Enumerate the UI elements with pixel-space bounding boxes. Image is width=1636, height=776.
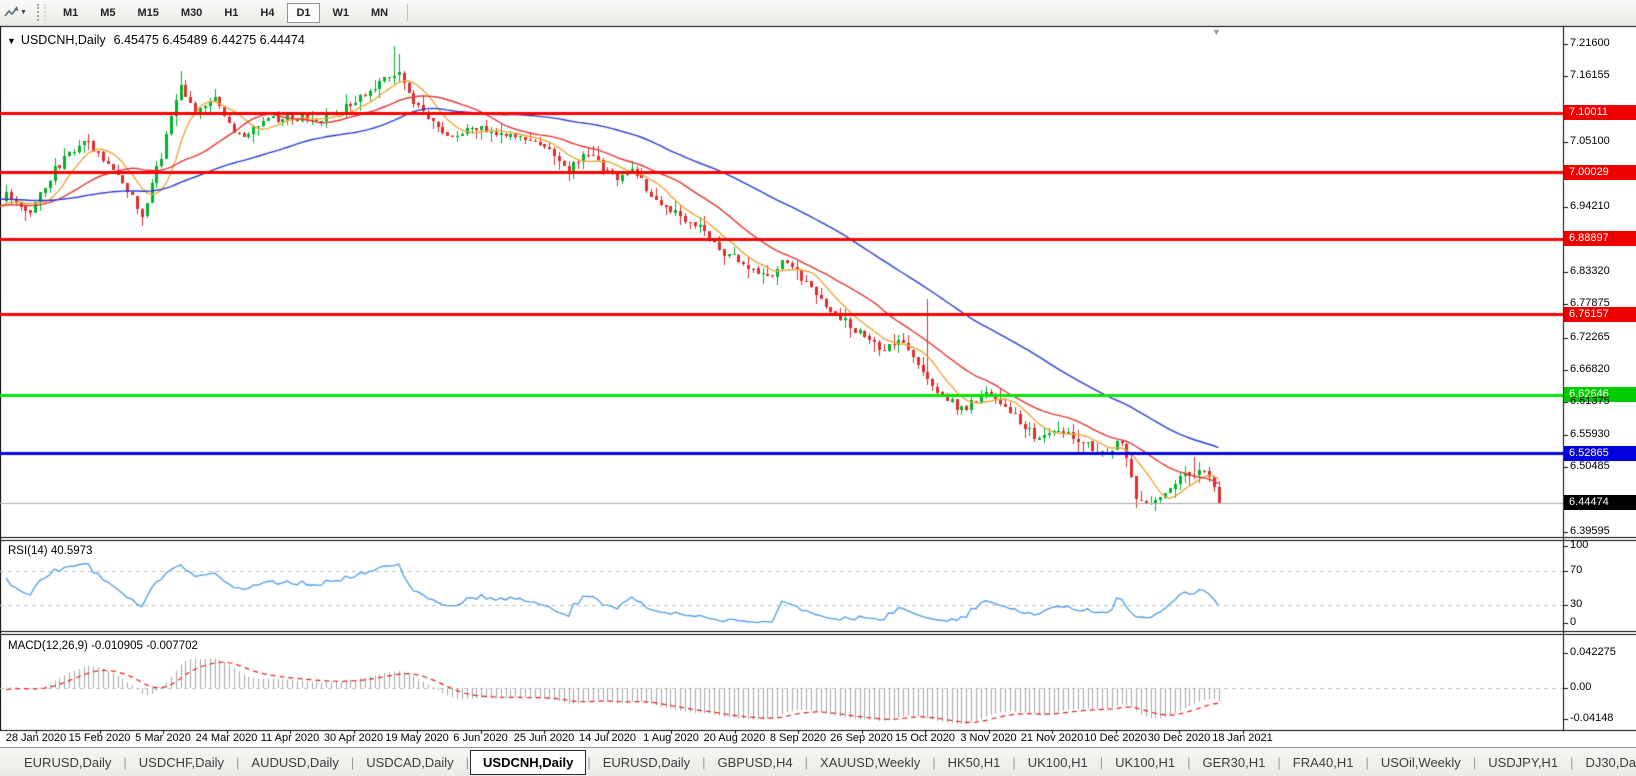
tab-gbpusd-h4[interactable]: GBPUSD,H4	[707, 752, 804, 773]
price-axis-label: 6.61375	[1570, 395, 1610, 407]
toolbar-divider	[407, 4, 408, 21]
timeframe-m30[interactable]: M30	[172, 3, 211, 23]
timeframe-buttons: M1M5M15M30H1H4D1W1MN	[52, 3, 399, 23]
chart-title: ▼ USDCNH,Daily 6.45475 6.45489 6.44275 6.4…	[7, 33, 305, 47]
tab-audusd-daily[interactable]: AUDUSD,Daily	[240, 752, 349, 773]
tab-usdcnh-daily[interactable]: USDCNH,Daily	[470, 750, 586, 775]
rsi-axis-label: 0	[1570, 616, 1576, 628]
rsi-axis-label: 70	[1570, 564, 1582, 576]
chart-shift-marker[interactable]: ▼	[1212, 27, 1221, 37]
date-label: 30 Dec 2020	[1148, 732, 1210, 744]
tab-fra40-h1[interactable]: FRA40,H1	[1282, 752, 1365, 773]
price-level-band: 6.76157	[1564, 307, 1636, 322]
toolbar-grip[interactable]	[37, 4, 46, 21]
price-level-band: 7.00029	[1564, 165, 1636, 180]
chart-ohlc-values: 6.45475 6.45489 6.44275 6.44474	[114, 33, 305, 47]
price-axis-label: 6.83320	[1570, 265, 1610, 277]
date-label: 5 Mar 2020	[135, 732, 191, 744]
rsi-value: 40.5973	[51, 545, 93, 557]
tab-usdchf-daily[interactable]: USDCHF,Daily	[128, 752, 235, 773]
date-label: 30 Apr 2020	[324, 732, 383, 744]
tab-usdcad-daily[interactable]: USDCAD,Daily	[355, 752, 464, 773]
date-label: 1 Aug 2020	[643, 732, 699, 744]
price-level-band: 6.88897	[1564, 231, 1636, 246]
price-axis-label: 6.50485	[1570, 460, 1610, 472]
chart-symbol-label: USDCNH,Daily	[21, 33, 106, 47]
rsi-indicator-label: RSI(14) 40.5973	[8, 545, 92, 557]
price-axis-label: 6.94210	[1570, 200, 1610, 212]
timeframe-h1[interactable]: H1	[215, 3, 247, 23]
date-label: 28 Jan 2020	[6, 732, 67, 744]
timeframe-m15[interactable]: M15	[129, 3, 168, 23]
tab-uk100-h1[interactable]: UK100,H1	[1104, 752, 1186, 773]
tab-eurusd-daily[interactable]: EURUSD,Daily	[592, 752, 701, 773]
price-axis-label: 6.72265	[1570, 331, 1610, 343]
timeframe-toolbar: ▼ M1M5M15M30H1H4D1W1MN	[0, 0, 1636, 26]
timeframe-d1[interactable]: D1	[287, 3, 319, 23]
date-label: 3 Nov 2020	[960, 732, 1016, 744]
date-label: 21 Nov 2020	[1021, 732, 1083, 744]
price-axis-label: 7.21600	[1570, 37, 1610, 49]
tab-dj30-daily[interactable]: DJ30,Daily	[1574, 752, 1636, 773]
macd-axis-label: 0.042275	[1570, 646, 1616, 658]
macd-axis-label: -0.04148	[1570, 712, 1613, 724]
tab-uk100-h1[interactable]: UK100,H1	[1017, 752, 1099, 773]
date-label: 18 Jan 2021	[1212, 732, 1273, 744]
price-axis-label: 6.55930	[1570, 428, 1610, 440]
date-label: 19 May 2020	[385, 732, 449, 744]
tab-usdjpy-h1[interactable]: USDJPY,H1	[1477, 752, 1569, 773]
chevron-down-icon[interactable]: ▼	[20, 9, 27, 16]
timeframe-mn[interactable]: MN	[362, 3, 397, 23]
price-level-band: 7.10011	[1564, 105, 1636, 120]
date-label: 15 Feb 2020	[69, 732, 131, 744]
price-axis-label: 7.05100	[1570, 135, 1610, 147]
date-label: 26 Sep 2020	[830, 732, 892, 744]
date-label: 10 Dec 2020	[1084, 732, 1146, 744]
chart-canvas[interactable]	[0, 0, 1636, 776]
timeframe-m5[interactable]: M5	[91, 3, 124, 23]
date-label: 11 Apr 2020	[261, 732, 320, 744]
date-label: 8 Sep 2020	[770, 732, 826, 744]
current-price-band: 6.44474	[1564, 495, 1636, 510]
tab-hk50-h1[interactable]: HK50,H1	[937, 752, 1012, 773]
timeframe-h4[interactable]: H4	[251, 3, 283, 23]
price-axis-label: 6.39595	[1570, 525, 1610, 537]
tab-eurusd-daily[interactable]: EURUSD,Daily	[13, 752, 122, 773]
timeframe-m1[interactable]: M1	[54, 3, 87, 23]
macd-indicator-label: MACD(12,26,9) -0.010905 -0.007702	[8, 640, 198, 652]
price-axis-label: 7.16155	[1570, 69, 1610, 81]
price-level-band: 6.52865	[1564, 446, 1636, 461]
rsi-axis-label: 100	[1570, 539, 1588, 551]
date-label: 24 Mar 2020	[196, 732, 258, 744]
date-label: 20 Aug 2020	[704, 732, 766, 744]
rsi-axis-label: 30	[1570, 598, 1582, 610]
tab-usoil-weekly[interactable]: USOil,Weekly	[1370, 752, 1472, 773]
date-label: 6 Jun 2020	[453, 732, 507, 744]
date-label: 14 Jul 2020	[579, 732, 636, 744]
chart-mode-icon[interactable]	[4, 5, 19, 20]
tab-xauusd-weekly[interactable]: XAUUSD,Weekly	[809, 752, 931, 773]
collapse-icon[interactable]: ▼	[7, 36, 16, 46]
macd-axis-label: 0.00	[1570, 681, 1591, 693]
tab-ger30-h1[interactable]: GER30,H1	[1192, 752, 1277, 773]
macd-values: -0.010905 -0.007702	[91, 640, 198, 652]
trading-terminal: ▼ M1M5M15M30H1H4D1W1MN ▼ USDCNH,Daily 6.45…	[0, 0, 1636, 776]
chart-tab-bar: EURUSD,Daily|USDCHF,Daily|AUDUSD,Daily|U…	[0, 747, 1636, 776]
date-label: 25 Jun 2020	[514, 732, 575, 744]
timeframe-w1[interactable]: W1	[324, 3, 359, 23]
price-axis-label: 6.66820	[1570, 363, 1610, 375]
date-label: 15 Oct 2020	[895, 732, 955, 744]
